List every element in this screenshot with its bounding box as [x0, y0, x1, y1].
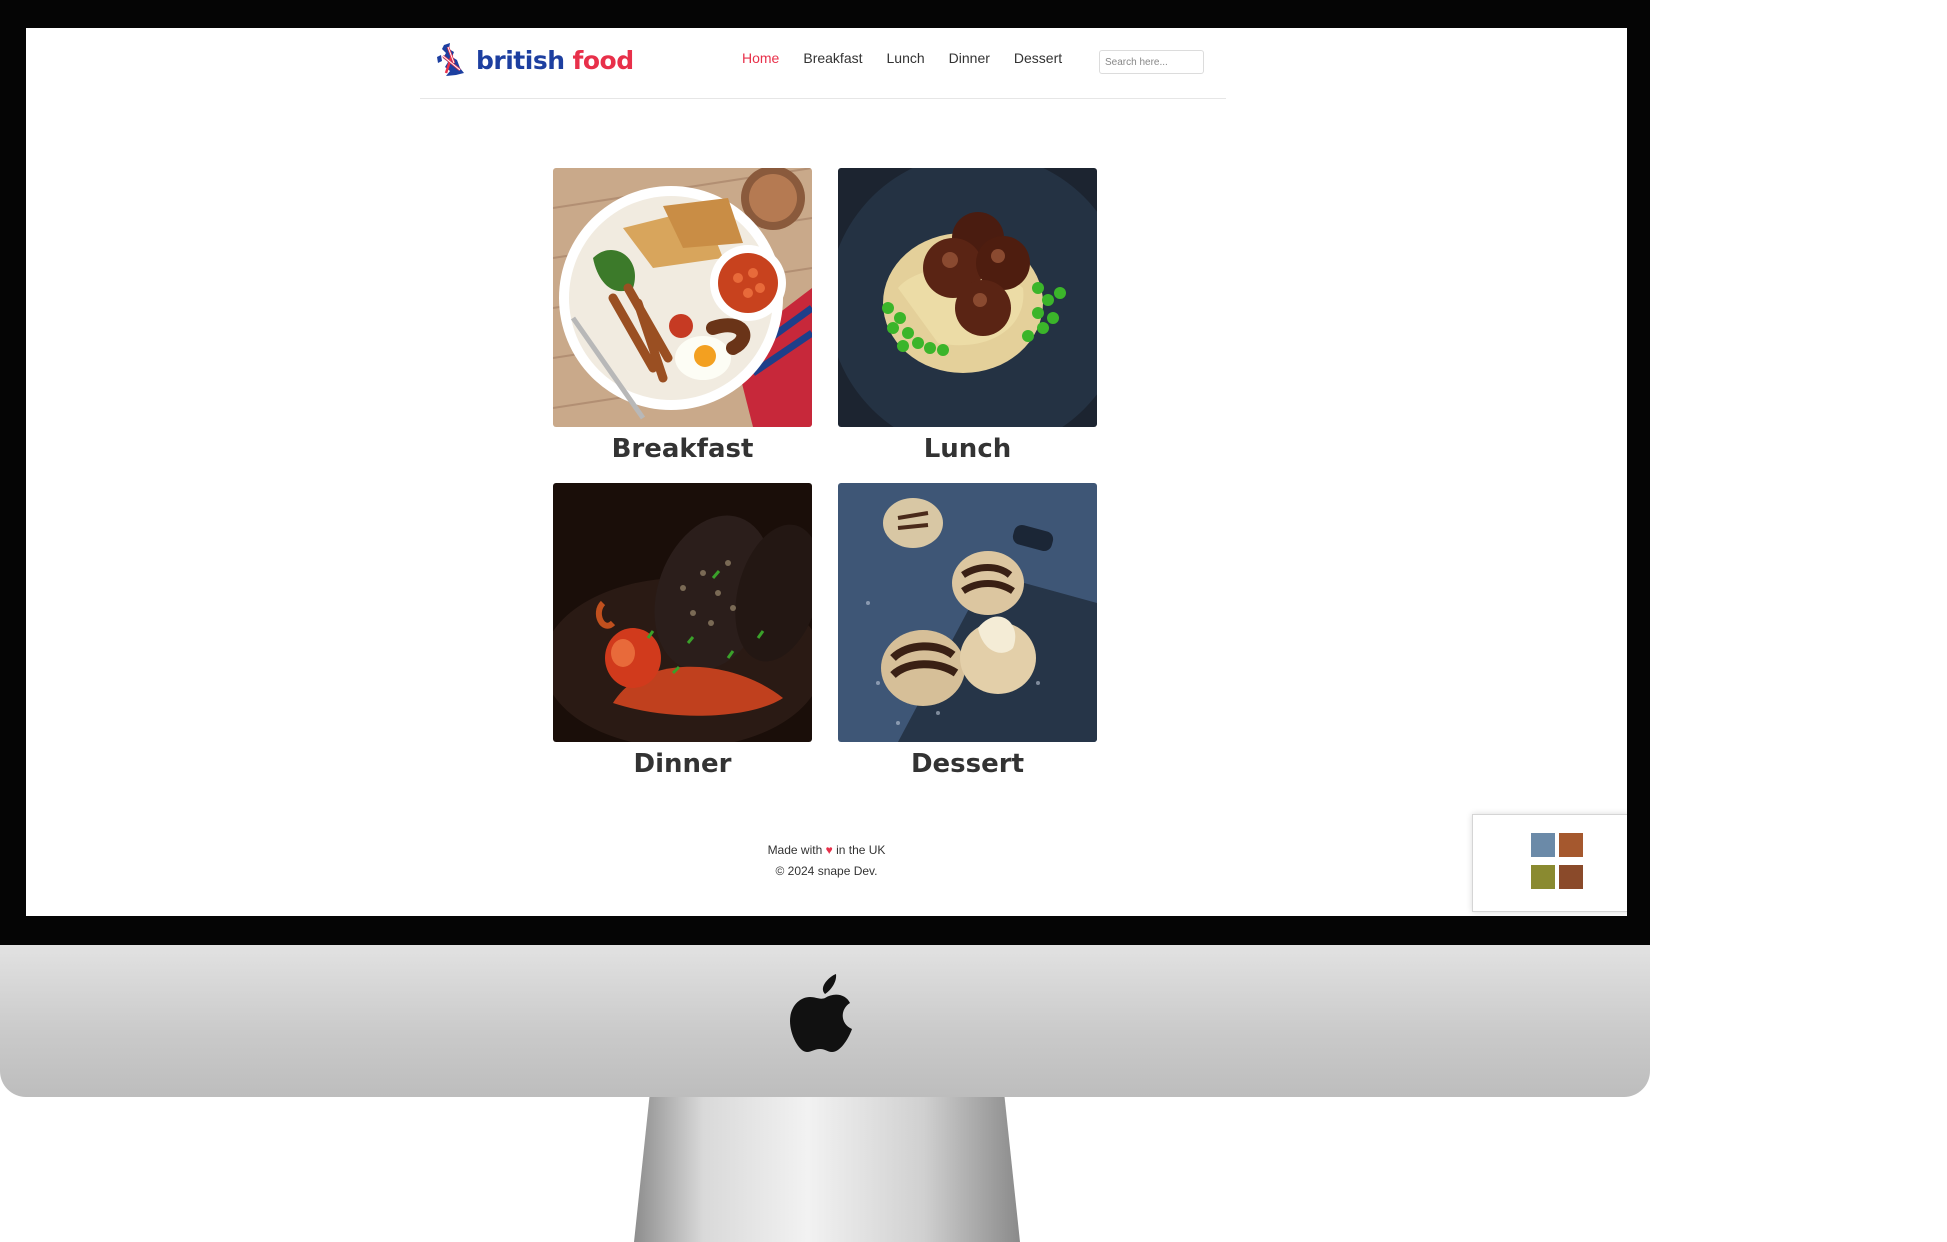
dessert-image[interactable] — [838, 483, 1097, 742]
breakfast-image[interactable] — [553, 168, 812, 427]
site-header: british food Home Breakfast Lunch Dinner … — [420, 28, 1226, 99]
heart-icon: ♥ — [825, 843, 833, 857]
category-card-lunch[interactable]: Lunch — [838, 168, 1097, 483]
footer-made-suffix: in the UK — [836, 843, 886, 857]
browser-viewport: british food Home Breakfast Lunch Dinner … — [26, 28, 1627, 916]
category-card-dinner[interactable]: Dinner — [553, 483, 812, 798]
thumb-tile — [1531, 865, 1555, 889]
site-logo[interactable]: british food — [434, 43, 634, 77]
category-card-dessert[interactable]: Dessert — [838, 483, 1097, 798]
page-thumbnail-preview[interactable] — [1472, 814, 1627, 912]
footer-made-with: Made with ♥ in the UK — [26, 840, 1627, 861]
brand-name-part1: british — [476, 45, 565, 75]
thumb-tile — [1559, 833, 1583, 857]
apple-logo-icon — [790, 974, 852, 1052]
main-nav: Home Breakfast Lunch Dinner Dessert — [742, 50, 1086, 66]
footer-made-prefix: Made with — [767, 843, 823, 857]
category-title[interactable]: Dinner — [553, 742, 812, 798]
site-footer: Made with ♥ in the UK © 2024 snape Dev. — [26, 840, 1627, 882]
category-title[interactable]: Breakfast — [553, 427, 812, 483]
nav-dessert[interactable]: Dessert — [1014, 50, 1062, 66]
footer-copyright: © 2024 snape Dev. — [775, 864, 878, 878]
dinner-image[interactable] — [553, 483, 812, 742]
search-input[interactable] — [1099, 50, 1204, 74]
thumb-tile — [1559, 865, 1583, 889]
lunch-image[interactable] — [838, 168, 1097, 427]
nav-dinner[interactable]: Dinner — [949, 50, 990, 66]
brand-name-part2: food — [572, 45, 635, 75]
thumb-tile — [1531, 833, 1555, 857]
monitor-stand — [634, 1097, 1020, 1242]
nav-breakfast[interactable]: Breakfast — [803, 50, 862, 66]
nav-lunch[interactable]: Lunch — [887, 50, 925, 66]
nav-home[interactable]: Home — [742, 50, 779, 66]
category-grid: Breakfast Lunch Dinner Dessert — [553, 168, 1097, 798]
category-title[interactable]: Lunch — [838, 427, 1097, 483]
category-card-breakfast[interactable]: Breakfast — [553, 168, 812, 483]
category-title[interactable]: Dessert — [838, 742, 1097, 798]
uk-map-icon — [437, 43, 464, 76]
brand-name: british food — [476, 46, 634, 75]
